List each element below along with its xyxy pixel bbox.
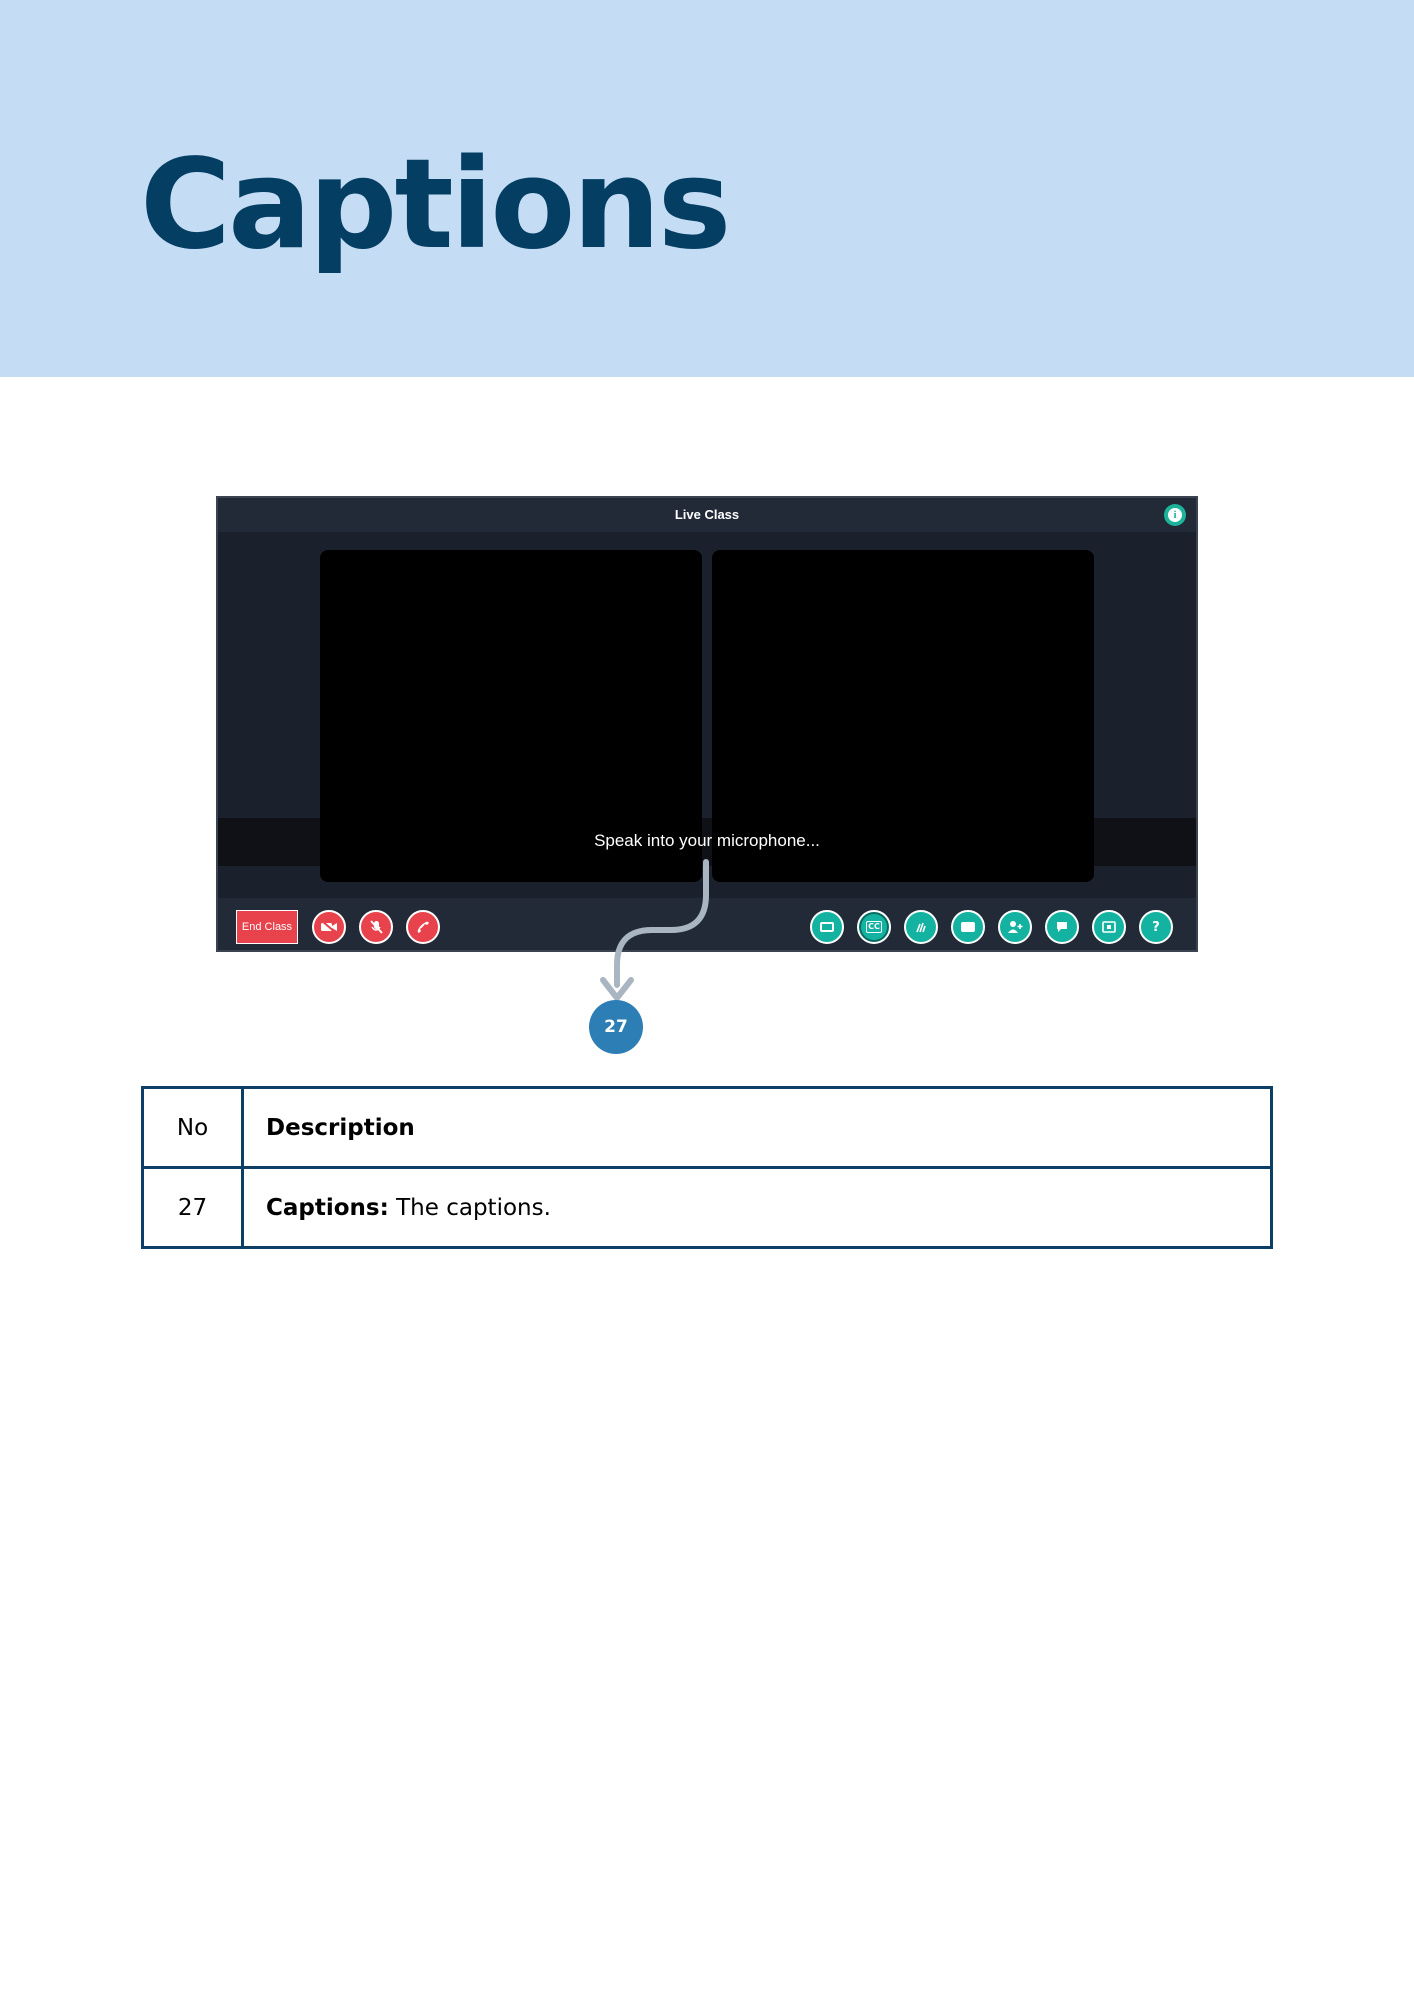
- table-row: 27 Captions: The captions.: [141, 1166, 1273, 1249]
- row-text: The captions.: [388, 1194, 551, 1221]
- row-term: Captions:: [266, 1194, 389, 1221]
- row-no: 27: [141, 1166, 244, 1249]
- table-header-row: No Description: [141, 1086, 1273, 1169]
- header-description: Description: [241, 1086, 1273, 1169]
- callout-connector: [600, 859, 709, 1001]
- row-description: Captions: The captions.: [241, 1166, 1273, 1249]
- callout-marker: 27: [589, 1000, 643, 1054]
- description-table: No Description 27 Captions: The captions…: [141, 1086, 1273, 1249]
- header-no: No: [141, 1086, 244, 1169]
